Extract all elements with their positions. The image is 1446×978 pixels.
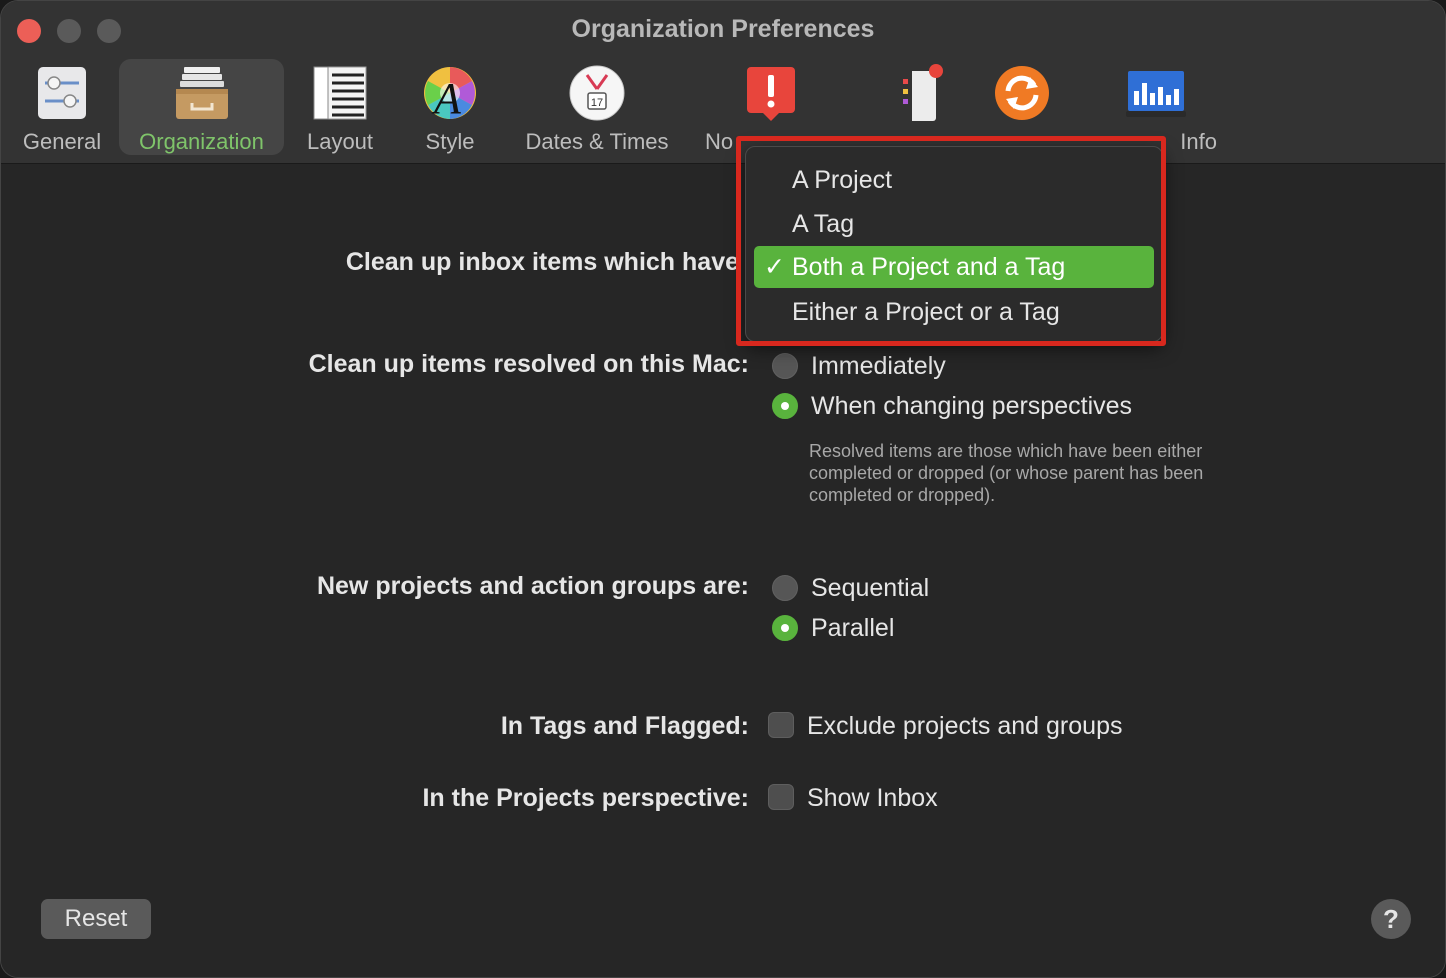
new-projects-label: New projects and action groups are: — [316, 572, 749, 600]
option-immediately-label: Immediately — [811, 352, 946, 380]
radio-parallel[interactable] — [772, 615, 798, 641]
toolbar-style[interactable]: A Style — [405, 59, 495, 155]
exclude-projects-checkbox[interactable] — [768, 712, 794, 738]
tags-flagged-label: In Tags and Flagged: — [500, 712, 749, 740]
projects-perspective-label: In the Projects perspective: — [422, 784, 749, 812]
bar-chart-icon — [1126, 71, 1186, 117]
svg-text:17: 17 — [591, 97, 603, 109]
help-button[interactable]: ? — [1371, 899, 1411, 939]
toolbar-layout[interactable]: Layout — [297, 59, 383, 155]
radio-immediately[interactable] — [772, 353, 798, 379]
window-title: Organization Preferences — [571, 15, 875, 43]
reset-button[interactable]: Reset — [41, 899, 151, 939]
toolbar-general[interactable]: General — [15, 59, 109, 155]
exclude-projects-label: Exclude projects and groups — [807, 712, 1123, 740]
option-parallel-label: Parallel — [811, 614, 895, 642]
layout-icon — [313, 66, 367, 120]
annotation-highlight-box — [736, 136, 1166, 346]
option-when-changing-perspectives-label: When changing perspectives — [811, 392, 1133, 420]
radio-sequential[interactable] — [772, 575, 798, 601]
resolved-hint-text: Resolved items are those which have been… — [809, 441, 1204, 505]
toolbar-organization[interactable]: Organization — [119, 59, 284, 155]
color-wheel-icon: A — [424, 67, 476, 123]
preferences-content: Clean up inbox items which have Clean up… — [1, 164, 1445, 977]
preferences-window: Organization Preferences General Organiz… — [0, 0, 1446, 978]
calendar-clock-icon: 17 — [569, 65, 625, 121]
svg-text:A: A — [431, 74, 462, 123]
sync-icon — [995, 66, 1049, 120]
toolbar-dates-times[interactable]: 17 Dates & Times — [513, 59, 681, 155]
badge-icon — [900, 64, 943, 121]
resolved-cleanup-label: Clean up items resolved on this Mac: — [308, 350, 749, 378]
option-sequential-label: Sequential — [811, 574, 930, 602]
show-inbox-checkbox[interactable] — [768, 784, 794, 810]
drawer-icon — [175, 67, 228, 119]
inbox-cleanup-label: Clean up inbox items which have — [345, 248, 739, 276]
alert-icon — [747, 67, 795, 121]
radio-when-changing-perspectives[interactable] — [772, 393, 798, 419]
titlebar: Organization Preferences General Organiz… — [1, 1, 1445, 164]
sliders-icon — [38, 67, 86, 119]
show-inbox-label: Show Inbox — [807, 784, 938, 812]
